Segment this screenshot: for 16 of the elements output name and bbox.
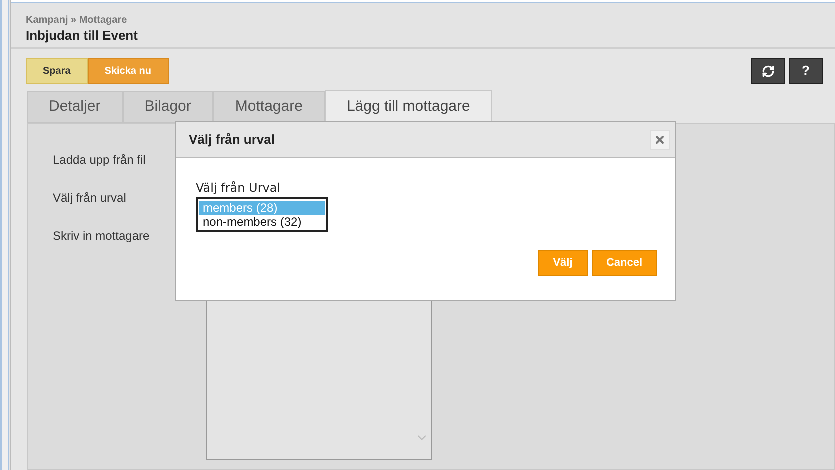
help-button[interactable]: ? (789, 58, 823, 84)
list-item[interactable]: non-members (32) (199, 215, 325, 229)
page-title: Inbjudan till Event (26, 27, 139, 44)
list-label: Välj från Urval (196, 180, 282, 196)
save-button[interactable]: Spara (26, 58, 88, 84)
close-icon (654, 134, 666, 146)
selection-list[interactable]: members (28) non-members (32) (196, 197, 328, 232)
refresh-button[interactable] (751, 58, 785, 84)
tab[interactable]: Bilagor (122, 91, 214, 123)
tab[interactable]: Detaljer (27, 91, 123, 123)
tab[interactable]: Lägg till mottagare (324, 90, 492, 123)
tab[interactable]: Mottagare (213, 91, 325, 123)
dialog-title: Välj från urval (189, 130, 275, 149)
breadcrumb: Kampanj » Mottagare (26, 15, 128, 27)
close-button[interactable] (650, 130, 670, 150)
refresh-icon (762, 64, 774, 78)
